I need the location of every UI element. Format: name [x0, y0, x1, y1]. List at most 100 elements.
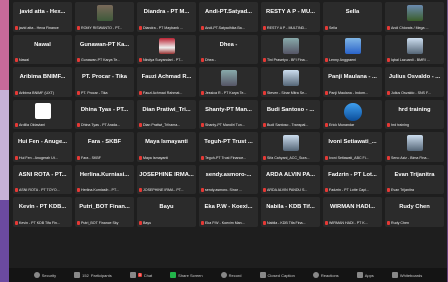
- participant-tile[interactable]: Jessica R - PT Karya Te...: [199, 67, 258, 97]
- participant-tile[interactable]: PT. Procar - Tika PT. Procar - Tika: [75, 67, 134, 97]
- participant-display-name: Panji Maulana - ...: [328, 74, 377, 80]
- participant-tile[interactable]: hrd training hrd training: [385, 99, 444, 129]
- participant-name-text: Fauzi Achmad Rahmat...: [143, 90, 183, 95]
- shield-icon: [33, 272, 40, 278]
- participant-display-name: Gunawan-PT Ka...: [79, 41, 130, 48]
- share-screen-button[interactable]: Share Screen: [170, 272, 203, 278]
- mic-muted-icon: [201, 220, 204, 225]
- closed-caption-button[interactable]: Closed Caption: [259, 272, 295, 278]
- participant-display-name: Putri_BOT Finan...: [79, 204, 130, 210]
- participant-tile[interactable]: Ivoni Setiawati_... Ivoni Setiawati_ABC F…: [323, 132, 382, 162]
- participant-tile[interactable]: JOSEPHINE IRMA... JOSEPHINE IRMA - PT...: [137, 164, 196, 194]
- participant-tile[interactable]: Fadzrin - PT Lot... Fadzrin - PT Lotte Ca…: [323, 164, 382, 194]
- participant-display-name: Shanty-PT Man...: [205, 106, 252, 113]
- participant-tile[interactable]: Dian Pratiwi_Tri... Dian Pratiwi_Trihama.…: [137, 99, 196, 129]
- participant-tile[interactable]: Nawal Nawal: [13, 34, 72, 64]
- participant-tile[interactable]: ARDA ALVIN PA... ARDA ALVIN PANDU S...: [261, 164, 320, 194]
- participant-tile[interactable]: ROMY RISWANTO - PT...: [75, 2, 134, 32]
- mic-muted-icon: [325, 90, 328, 95]
- participant-name-text: ARDA ALVIN PANDU S...: [267, 188, 308, 192]
- participant-name-text: Ivoni Setiawati_ABC Fi...: [329, 155, 369, 160]
- participant-tile[interactable]: Panji Maulana - ... Panji Maulana - Indom…: [323, 67, 382, 97]
- mic-muted-icon: [263, 155, 266, 160]
- participant-tile[interactable]: Steven - Sinar Mitra Se...: [261, 67, 320, 97]
- participant-tile[interactable]: Tini Prasetyo - BFI Fina...: [261, 34, 320, 64]
- participant-name-text: Herlina.Kurniasih - PT...: [81, 188, 119, 192]
- participant-name-text: Erick Munandar: [329, 123, 355, 127]
- participant-tile[interactable]: Teguh-PT Trust ... Teguh-PT Trust Finance…: [199, 132, 258, 162]
- participant-display-name: Dhea -: [219, 41, 238, 48]
- participant-display-name: hrd training: [398, 106, 431, 113]
- participant-name-text: Tini Prasetyo - BFI Fina...: [267, 58, 308, 62]
- chat-button[interactable]: 3 Chat: [129, 272, 152, 278]
- mic-muted-icon: [77, 90, 80, 95]
- participant-name-label: Panji Maulana - Indom...: [325, 90, 381, 96]
- participant-tile[interactable]: Aribima BNIMF... Aribima BNIMF (UXT): [13, 67, 72, 97]
- mic-muted-icon: [139, 90, 142, 95]
- participant-tile[interactable]: Kevin - PT KDB... Kevin - PT KDB Tifa Fin…: [13, 197, 72, 227]
- participant-tile[interactable]: sendy.asmoro-... sendy.asmoro- Sinar ...: [199, 164, 258, 194]
- apps-button[interactable]: Apps: [356, 272, 374, 278]
- mic-muted-icon: [325, 58, 328, 62]
- security-label: Security: [41, 272, 57, 278]
- participant-display-name: Teguh-PT Trust ...: [204, 139, 253, 145]
- participant-tile[interactable]: Dhina Tyas - PT... Dhina Tyas - PT Arada.…: [75, 99, 134, 129]
- reactions-label: Reactions: [320, 272, 339, 278]
- participant-tile[interactable]: Fara - SKBF Fara - SKBF: [75, 132, 134, 162]
- whiteboards-button[interactable]: Whiteboards: [391, 272, 423, 278]
- participant-tile[interactable]: Budi Santoso - ... Budi Santoso - Transpa…: [261, 99, 320, 129]
- participant-tile[interactable]: Lenny Anggraeni: [323, 34, 382, 64]
- participant-gallery: javid atta - Hex... javid atta - Hexa Fin…: [13, 2, 445, 227]
- meeting-window: javid atta - Hex... javid atta - Hexa Fin…: [9, 0, 447, 282]
- participant-tile[interactable]: Hui Fen - Anuge... Hui Fen - Anugerah Ut.…: [13, 132, 72, 162]
- participant-tile[interactable]: Diandra - PT M... Diandra - PT Maybank ..…: [137, 2, 196, 32]
- participant-name-text: Eka P.W - Koexim Man...: [205, 220, 245, 225]
- participant-tile[interactable]: Erick Munandar: [323, 99, 382, 129]
- participant-tile[interactable]: Shanty-PT Man... Shanty-PT Mandiri Tun...: [199, 99, 258, 129]
- participant-display-name: sendy.asmoro-...: [205, 171, 252, 178]
- participant-tile[interactable]: Fauzi Achmad R... Fauzi Achmad Rahmat...: [137, 67, 196, 97]
- participant-name-label: Putri_BOT Finance Sky: [77, 220, 133, 226]
- record-button[interactable]: Record: [220, 272, 242, 278]
- participant-tile[interactable]: Nindya Suryandari - PT...: [137, 34, 196, 64]
- participant-tile[interactable]: Iqbal Lazuardi - BMRI ...: [385, 34, 444, 64]
- mic-muted-icon: [387, 155, 390, 160]
- participant-tile[interactable]: RESTY A P - MU... RESTY A P - MULTIND...: [261, 2, 320, 32]
- participant-name-label: ROMY RISWANTO - PT...: [77, 25, 133, 31]
- participant-tile[interactable]: ASNI ROTA - PT... ASNI ROTA - PT TOYO...: [13, 164, 72, 194]
- participant-name-text: Dhina Tyas - PT Arada...: [81, 123, 121, 127]
- participant-tile[interactable]: Evan Trijanitra Evan Trijanitra: [385, 164, 444, 194]
- participant-tile[interactable]: Julius Osvaldo - ... Julius Osvaldo - SNS…: [385, 67, 444, 97]
- participant-name-text: Nabila - KDB Tifa Fina...: [267, 220, 306, 225]
- participant-name-label: Ardilla Oktaviani: [15, 122, 71, 128]
- participant-tile[interactable]: WIRMAN HADI... WIRMAN HADI - PT K...: [323, 197, 382, 227]
- participant-tile[interactable]: Sifa Cahyani_ACC_Sura...: [261, 132, 320, 162]
- participant-tile[interactable]: Dhea - Dhea -: [199, 34, 258, 64]
- participant-name-label: Shanty-PT Mandiri Tun...: [201, 122, 257, 128]
- mic-muted-icon: [201, 155, 204, 160]
- participant-tile[interactable]: Ardilla Oktaviani: [13, 99, 72, 129]
- participant-tile[interactable]: Andi-PT.Satyad... Andi-PT.Satyadhika Ba..…: [199, 2, 258, 32]
- participant-tile[interactable]: Putri_BOT Finan... Putri_BOT Finance Sky: [75, 197, 134, 227]
- reactions-button[interactable]: Reactions: [312, 272, 339, 278]
- participant-tile[interactable]: Seno Aziz - Bima Fina...: [385, 132, 444, 162]
- participants-button[interactable]: 152 Participants: [74, 272, 112, 278]
- security-button[interactable]: Security: [33, 272, 57, 278]
- participant-name-label: JOSEPHINE IRMA - PT...: [139, 187, 195, 193]
- participant-tile[interactable]: Eka P.W - Koexi... Eka P.W - Koexim Man..…: [199, 197, 258, 227]
- participant-tile[interactable]: Bayu Bayu: [137, 197, 196, 227]
- whiteboards-label: Whiteboards: [399, 272, 423, 278]
- mic-muted-icon: [325, 123, 328, 127]
- participant-tile[interactable]: javid atta - Hex... javid atta - Hexa Fin…: [13, 2, 72, 32]
- participant-tile[interactable]: Herlina.Kurniasi... Herlina.Kurniasih - P…: [75, 164, 134, 194]
- participant-tile[interactable]: Sella Sella: [323, 2, 382, 32]
- participant-video: [406, 135, 423, 151]
- participant-tile[interactable]: Nabila - KDB Tif... Nabila - KDB Tifa Fin…: [261, 197, 320, 227]
- participant-tile[interactable]: Andi Chlorats / Mega ...: [385, 2, 444, 32]
- share-screen-icon: [170, 272, 177, 278]
- participant-name-label: Herlina.Kurniasih - PT...: [77, 187, 133, 193]
- whiteboard-icon: [391, 272, 398, 278]
- participant-tile[interactable]: Maya Ismayanti Maya Ismayanti: [137, 132, 196, 162]
- participant-tile[interactable]: Gunawan-PT Ka... Gunawan-PT Karya Te...: [75, 34, 134, 64]
- participant-tile[interactable]: Rudy Chen Rudy Chen: [385, 197, 444, 227]
